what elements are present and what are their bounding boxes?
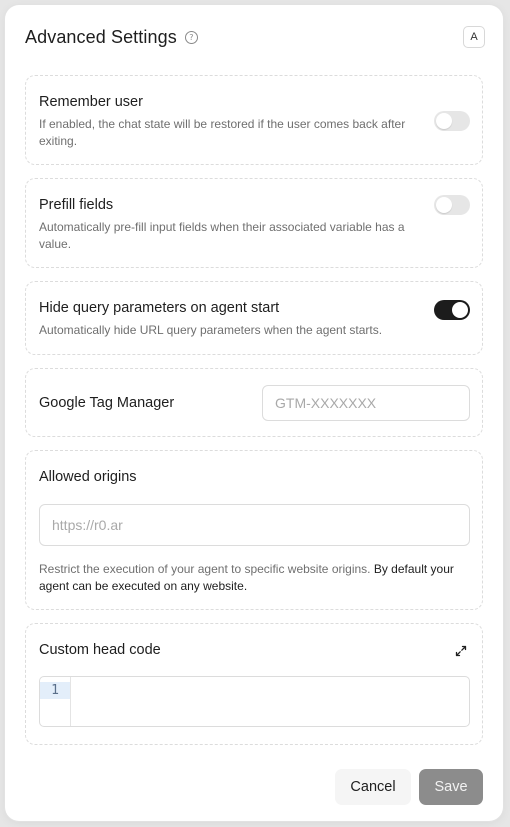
expand-arrows-icon[interactable] — [454, 644, 468, 658]
prefill-fields-title: Prefill fields — [39, 197, 114, 213]
prefill-fields-toggle[interactable] — [434, 195, 470, 215]
remember-user-description: If enabled, the chat state will be resto… — [39, 117, 406, 148]
dialog-title: Advanced Settings — [25, 27, 177, 47]
remember-user-title: Remember user — [39, 94, 143, 110]
cancel-button[interactable]: Cancel — [335, 769, 411, 805]
advanced-settings-dialog: Advanced Settings ? A Remember user If e… — [5, 5, 503, 821]
allowed-origins-card: Allowed origins Restrict the execution o… — [25, 450, 483, 610]
remember-user-card: Remember user If enabled, the chat state… — [25, 75, 483, 165]
google-tag-manager-title: Google Tag Manager — [39, 395, 175, 411]
question-circle-icon[interactable]: ? — [184, 31, 198, 44]
prefill-fields-card: Prefill fields Automatically pre-fill in… — [25, 178, 483, 268]
line-number: 1 — [40, 682, 70, 699]
toggle-knob — [452, 302, 468, 318]
hide-query-params-toggle[interactable] — [434, 300, 470, 320]
custom-head-code-title: Custom head code — [39, 642, 161, 658]
hide-query-params-title: Hide query parameters on agent start — [39, 300, 280, 316]
google-tag-manager-card: Google Tag Manager — [25, 368, 483, 437]
dialog-header: Advanced Settings ? — [25, 27, 198, 48]
line-number-gutter: 1 — [40, 677, 71, 726]
hide-query-params-card: Hide query parameters on agent start Aut… — [25, 281, 483, 355]
custom-head-code-card: Custom head code 1 — [25, 623, 483, 745]
allowed-origins-description-main: Restrict the execution of your agent to … — [39, 562, 371, 576]
gtm-id-input[interactable] — [262, 385, 470, 421]
code-editor[interactable]: 1 — [39, 676, 470, 727]
save-button[interactable]: Save — [419, 769, 483, 805]
allowed-origins-input[interactable] — [39, 504, 470, 546]
toggle-knob — [436, 197, 452, 213]
toggle-knob — [436, 113, 452, 129]
allowed-origins-description: Restrict the execution of your agent to … — [39, 561, 464, 595]
prefill-fields-description: Automatically pre-fill input fields when… — [39, 220, 405, 251]
remember-user-toggle[interactable] — [434, 111, 470, 131]
hide-query-params-description: Automatically hide URL query parameters … — [39, 323, 383, 337]
avatar[interactable]: A — [463, 26, 485, 48]
allowed-origins-title: Allowed origins — [39, 469, 137, 485]
